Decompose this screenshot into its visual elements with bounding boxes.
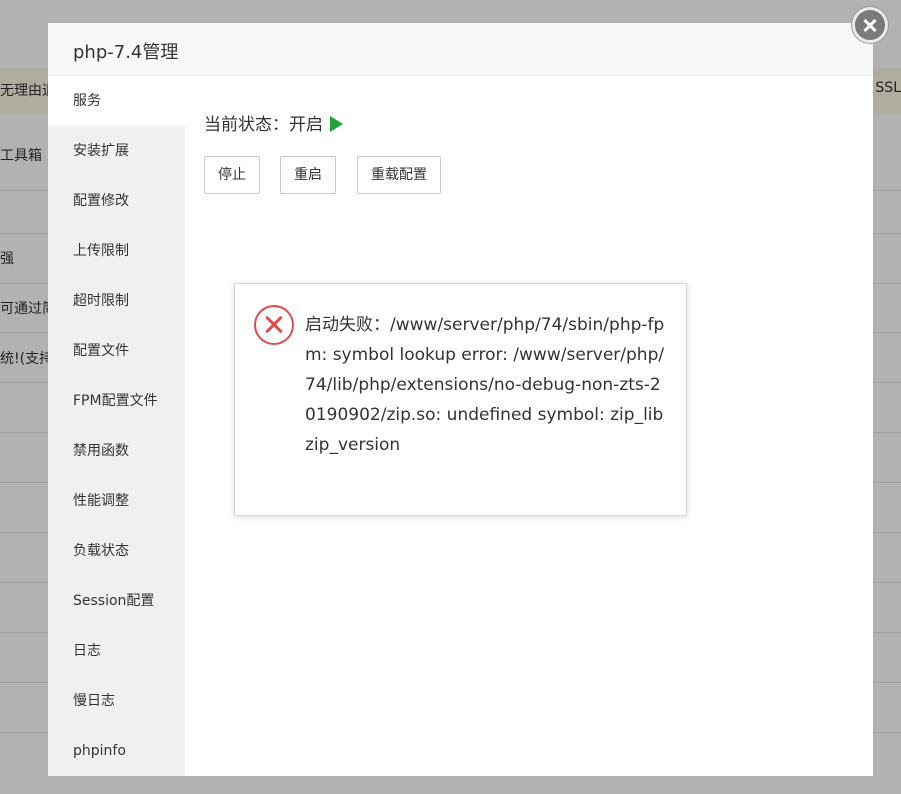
stop-button[interactable]: 停止	[204, 156, 260, 194]
error-x-icon	[254, 305, 294, 345]
sidebar-item-service[interactable]: 服务	[48, 76, 185, 126]
status-label: 当前状态：	[204, 115, 289, 135]
sidebar-item-upload-limit[interactable]: 上传限制	[48, 226, 185, 276]
status-value: 开启	[289, 115, 323, 135]
sidebar-item-log[interactable]: 日志	[48, 626, 185, 676]
reload-config-button[interactable]: 重载配置	[357, 156, 441, 194]
sidebar-item-slow-log[interactable]: 慢日志	[48, 676, 185, 726]
play-icon	[330, 116, 343, 132]
sidebar-item-install-extension[interactable]: 安装扩展	[48, 126, 185, 176]
sidebar-item-load-status[interactable]: 负载状态	[48, 526, 185, 576]
modal-header: php-7.4管理	[48, 23, 873, 76]
sidebar-item-config-edit[interactable]: 配置修改	[48, 176, 185, 226]
sidebar-item-session-config[interactable]: Session配置	[48, 576, 185, 626]
sidebar-item-fpm-config-file[interactable]: FPM配置文件	[48, 376, 185, 426]
sidebar-item-phpinfo[interactable]: phpinfo	[48, 726, 185, 776]
sidebar-item-config-file[interactable]: 配置文件	[48, 326, 185, 376]
service-status: 当前状态：开启	[204, 110, 343, 135]
sidebar-item-performance-tuning[interactable]: 性能调整	[48, 476, 185, 526]
close-icon[interactable]	[852, 7, 888, 43]
error-dialog: 启动失败：/www/server/php/74/sbin/php-fpm: sy…	[234, 283, 687, 516]
sidebar-item-disabled-functions[interactable]: 禁用函数	[48, 426, 185, 476]
error-message: 启动失败：/www/server/php/74/sbin/php-fpm: sy…	[305, 315, 665, 455]
sidebar: 服务 安装扩展 配置修改 上传限制 超时限制 配置文件 FPM配置文件 禁用函数…	[48, 76, 185, 776]
restart-button[interactable]: 重启	[280, 156, 336, 194]
sidebar-item-timeout-limit[interactable]: 超时限制	[48, 276, 185, 326]
modal-title: php-7.4管理	[73, 42, 179, 63]
